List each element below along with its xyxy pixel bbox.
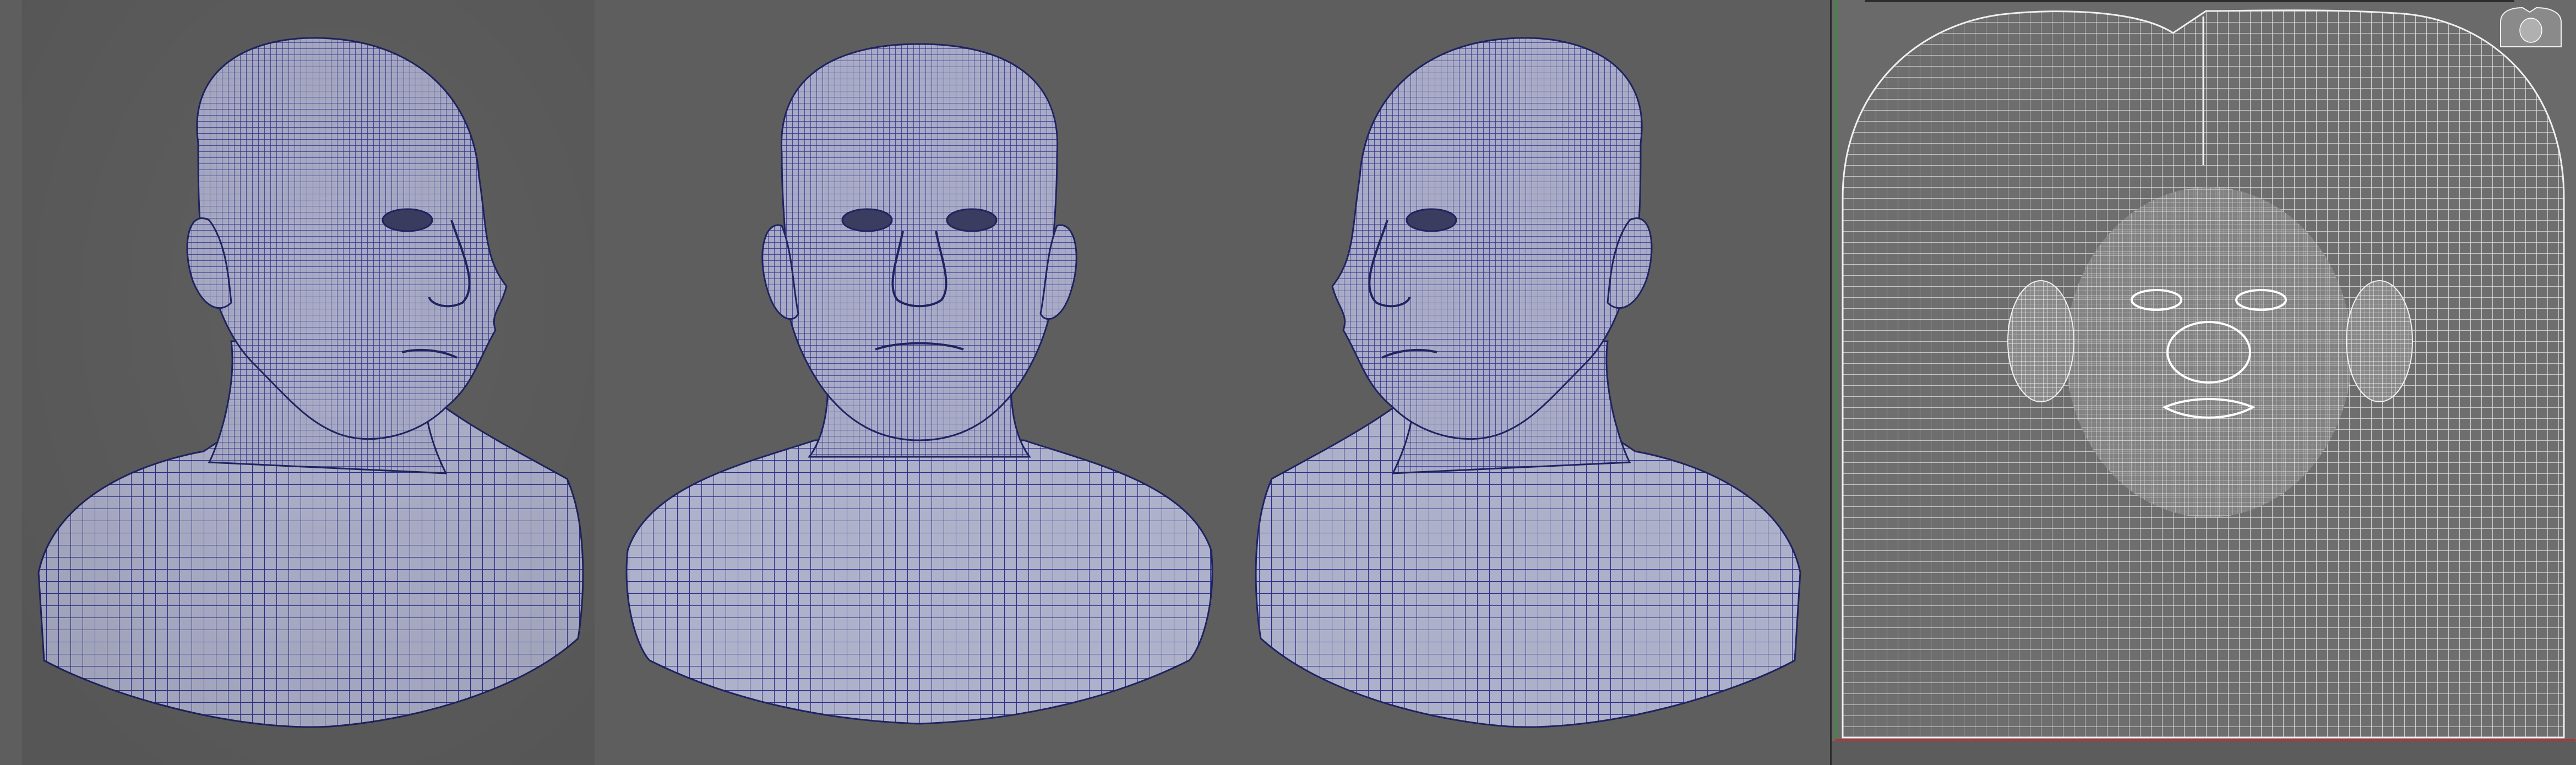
uv-header-bar [1865,0,2514,2]
bust-view-right[interactable] [1244,0,1817,765]
bust-mesh-right [1255,37,1801,728]
bust-view-front[interactable] [617,0,1222,765]
uv-v-axis [1835,0,1837,740]
3d-viewport[interactable] [0,0,1830,765]
uv-layout[interactable] [1832,0,2576,765]
uv-bottom-area [1832,741,2576,765]
uv-thumbnail-icon[interactable] [2498,6,2564,50]
bust-view-left[interactable] [22,0,595,765]
bust-mesh-left [22,0,595,765]
uv-editor-panel[interactable] [1830,0,2576,765]
bust-mesh-front [625,43,1213,725]
